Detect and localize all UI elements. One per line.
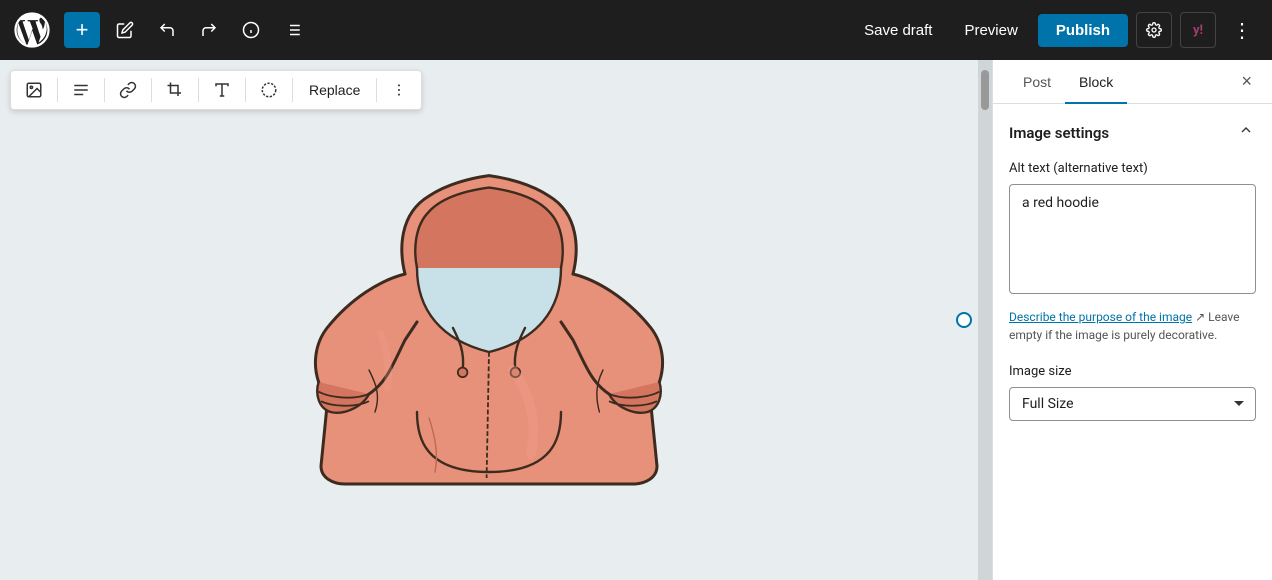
wp-logo[interactable] xyxy=(12,10,52,50)
scroll-track[interactable] xyxy=(978,60,992,580)
image-tool-button[interactable] xyxy=(17,75,51,105)
main-area: Replace xyxy=(0,60,1272,580)
select-tool-button[interactable] xyxy=(252,75,286,105)
divider-7 xyxy=(376,78,377,102)
info-button[interactable] xyxy=(234,13,268,47)
crop-tool-button[interactable] xyxy=(158,75,192,105)
publish-button[interactable]: Publish xyxy=(1038,14,1128,47)
divider-1 xyxy=(57,78,58,102)
resize-handle[interactable] xyxy=(956,312,972,328)
edit-tool-button[interactable] xyxy=(108,13,142,47)
divider-3 xyxy=(151,78,152,102)
hoodie-image[interactable] xyxy=(0,120,978,580)
image-size-select[interactable]: Full Size Large Medium Thumbnail xyxy=(1009,387,1256,421)
section-collapse-button[interactable] xyxy=(1236,120,1256,145)
yoast-button[interactable]: y! xyxy=(1180,12,1216,48)
link-tool-button[interactable] xyxy=(111,75,145,105)
list-view-button[interactable] xyxy=(276,13,310,47)
add-block-button[interactable]: + xyxy=(64,12,100,48)
save-draft-button[interactable]: Save draft xyxy=(852,14,944,47)
section-title: Image settings xyxy=(1009,124,1109,142)
image-settings-section: Image settings xyxy=(1009,120,1256,145)
sidebar-close-button[interactable]: × xyxy=(1237,67,1256,96)
divider-5 xyxy=(245,78,246,102)
divider-6 xyxy=(292,78,293,102)
sidebar-content: Image settings Alt text (alternative tex… xyxy=(993,104,1272,437)
image-size-label: Image size xyxy=(1009,364,1256,379)
divider-2 xyxy=(104,78,105,102)
align-tool-button[interactable] xyxy=(64,75,98,105)
editor-canvas: Replace xyxy=(0,60,992,580)
redo-button[interactable] xyxy=(192,13,226,47)
preview-button[interactable]: Preview xyxy=(952,14,1029,47)
sidebar-tabs: Post Block × xyxy=(993,60,1272,104)
alt-text-helper: Describe the purpose of the image ↗ Leav… xyxy=(1009,308,1256,344)
toolbar-right: Save draft Preview Publish y! ⋮ xyxy=(852,10,1260,51)
describe-purpose-link[interactable]: Describe the purpose of the image xyxy=(1009,310,1192,324)
undo-button[interactable] xyxy=(150,13,184,47)
tab-post[interactable]: Post xyxy=(1009,60,1065,104)
text-tool-button[interactable] xyxy=(205,75,239,105)
replace-button[interactable]: Replace xyxy=(299,76,370,104)
alt-text-label: Alt text (alternative text) xyxy=(1009,161,1256,176)
divider-4 xyxy=(198,78,199,102)
top-toolbar: + xyxy=(0,0,1272,60)
tab-block[interactable]: Block xyxy=(1065,60,1127,104)
external-link-icon: ↗ xyxy=(1195,310,1205,324)
settings-button[interactable] xyxy=(1136,12,1172,48)
block-more-options-button[interactable] xyxy=(383,76,415,104)
block-toolbar: Replace xyxy=(10,70,422,110)
more-options-button[interactable]: ⋮ xyxy=(1224,10,1260,51)
scroll-thumb[interactable] xyxy=(981,70,989,110)
alt-text-input[interactable] xyxy=(1009,184,1256,294)
right-sidebar: Post Block × Image settings Alt text (al… xyxy=(992,60,1272,580)
alt-text-field-wrapper: Alt text (alternative text) xyxy=(1009,161,1256,298)
image-size-section: Image size Full Size Large Medium Thumbn… xyxy=(1009,364,1256,421)
